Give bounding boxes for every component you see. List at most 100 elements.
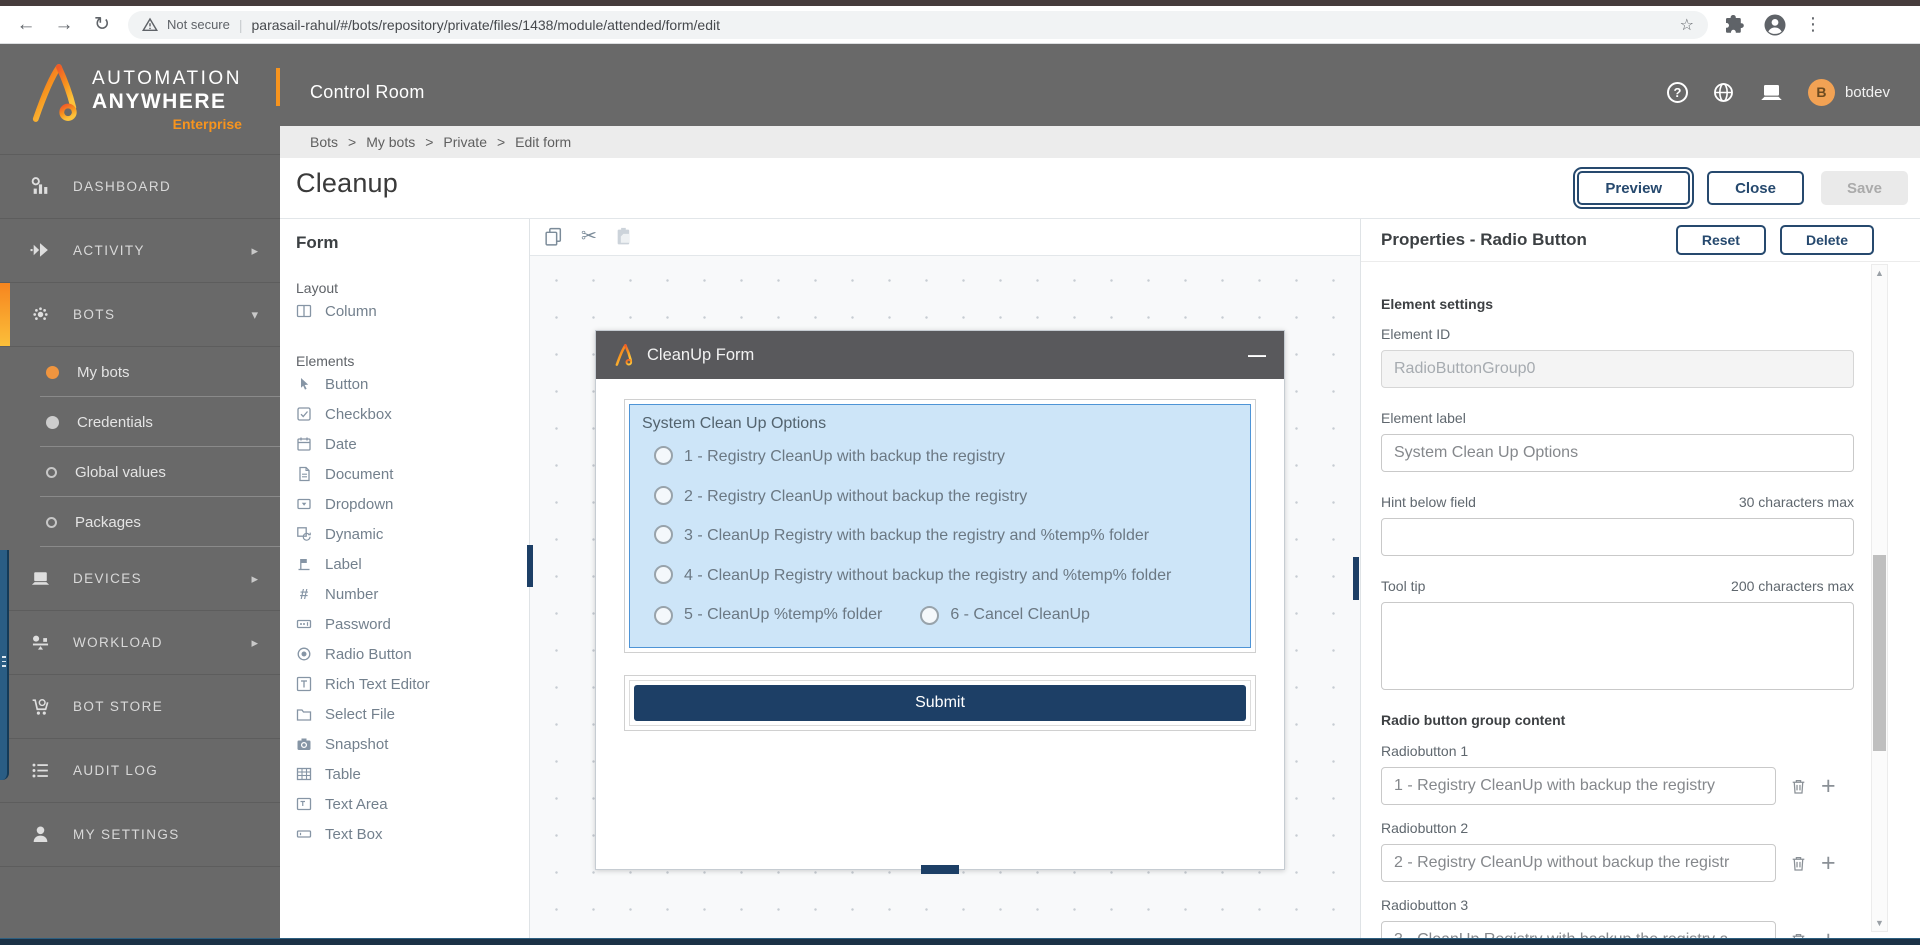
address-bar[interactable]: Not secure | parasail-rahul/#/bots/repos… (128, 10, 1708, 39)
palette-item-date[interactable]: Date (296, 429, 529, 459)
submit-element[interactable]: Submit (624, 674, 1256, 731)
sidebar-item-bots[interactable]: BOTS ▾ (0, 283, 280, 347)
sidebar-item-credentials[interactable]: Credentials (0, 397, 280, 447)
browser-forward-icon[interactable]: → (52, 14, 76, 36)
close-button[interactable]: Close (1707, 171, 1804, 205)
radio-circle-icon[interactable] (654, 605, 673, 625)
breadcrumb-item-bots[interactable]: Bots (310, 134, 338, 150)
delete-radiobutton-icon[interactable] (1789, 777, 1808, 796)
add-radiobutton-icon[interactable]: + (1821, 850, 1836, 876)
radiobutton-1-field[interactable] (1381, 767, 1776, 805)
radio-circle-icon[interactable] (654, 525, 673, 545)
document-icon (299, 466, 310, 482)
sidebar-item-devices[interactable]: DEVICES ▸ (0, 547, 280, 611)
sidebar-item-workload[interactable]: WORKLOAD ▸ (0, 611, 280, 675)
breadcrumb-item-private[interactable]: Private (443, 134, 487, 150)
scroll-down-icon[interactable]: ▼ (1872, 918, 1887, 928)
selection-handle-left[interactable] (527, 545, 533, 587)
globe-icon[interactable] (1712, 81, 1735, 104)
palette-item-checkbox[interactable]: Checkbox (296, 399, 529, 429)
palette-item-text-box[interactable]: Text Box (296, 819, 529, 849)
palette-item-dropdown[interactable]: Dropdown (296, 489, 529, 519)
radiobutton-2-row: + (1381, 844, 1854, 882)
sidebar-item-bot-store[interactable]: BOT STORE (0, 675, 280, 739)
radio-circle-icon[interactable] (654, 485, 673, 505)
group-content-heading: Radio button group content (1381, 712, 1566, 728)
sidebar-item-label: BOT STORE (73, 699, 164, 714)
hint-field[interactable] (1381, 518, 1854, 556)
selection-handle-right[interactable] (1353, 557, 1359, 600)
palette-item-text-area[interactable]: Text Area (296, 789, 529, 819)
form-window-titlebar[interactable]: CleanUp Form — (596, 331, 1284, 379)
delete-radiobutton-icon[interactable] (1789, 854, 1808, 873)
window-resize-handle[interactable] (921, 865, 959, 874)
sidebar-item-my-settings[interactable]: MY SETTINGS (0, 803, 280, 867)
reset-button[interactable]: Reset (1675, 224, 1766, 255)
scroll-up-icon[interactable]: ▲ (1872, 268, 1887, 278)
minimize-icon[interactable]: — (1248, 345, 1266, 366)
add-radiobutton-icon[interactable]: + (1821, 773, 1836, 799)
devices-icon (31, 572, 50, 585)
browser-back-icon[interactable]: ← (14, 14, 38, 36)
radio-circle-icon[interactable] (654, 446, 673, 465)
properties-panel: Properties - Radio Button Reset Delete E… (1360, 218, 1920, 938)
sidebar-item-global-values[interactable]: Global values (0, 447, 280, 497)
palette-item-button[interactable]: Button (296, 369, 529, 399)
radio-option-row[interactable]: 3 - CleanUp Registry with backup the reg… (642, 516, 1238, 556)
radiobutton-2-field[interactable] (1381, 844, 1776, 882)
radio-option-label: 4 - CleanUp Registry without backup the … (684, 566, 1172, 584)
security-label: Not secure (167, 17, 230, 32)
radio-circle-icon[interactable] (654, 564, 673, 584)
radio-option[interactable]: 5 - CleanUp %temp% folder (654, 604, 882, 626)
radiobutton-3-field[interactable] (1381, 921, 1776, 938)
extensions-puzzle-icon[interactable] (1722, 13, 1746, 37)
properties-scrollbar[interactable]: ▲ ▼ (1871, 264, 1888, 932)
delete-radiobutton-icon[interactable] (1789, 931, 1808, 938)
sidebar-item-activity[interactable]: ACTIVITY ▸ (0, 219, 280, 283)
palette-item-snapshot[interactable]: Snapshot (296, 729, 529, 759)
radio-option[interactable]: 6 - Cancel CleanUp (920, 604, 1090, 626)
sidebar-item-my-bots[interactable]: My bots (0, 347, 280, 397)
brand-edition: Enterprise (172, 116, 242, 132)
radio-group-element[interactable]: System Clean Up Options 1 - Registry Cle… (624, 399, 1256, 653)
sidebar-item-dashboard[interactable]: DASHBOARD (0, 155, 280, 219)
device-laptop-icon[interactable] (1759, 80, 1784, 105)
element-label-field[interactable] (1381, 434, 1854, 472)
scrollbar-thumb[interactable] (1873, 555, 1886, 751)
palette-item-rich-text-editor[interactable]: Rich Text Editor (296, 669, 529, 699)
user-chip[interactable]: B botdev (1807, 78, 1890, 106)
radio-option-row[interactable]: 2 - Registry CleanUp without backup the … (642, 477, 1238, 517)
palette-item-select-file[interactable]: Select File (296, 699, 529, 729)
preview-button[interactable]: Preview (1573, 167, 1695, 209)
breadcrumb-item-my-bots[interactable]: My bots (366, 134, 415, 150)
brand-logo[interactable]: AUTOMATION ANYWHERE Enterprise (0, 44, 280, 155)
browser-profile-avatar[interactable] (1763, 13, 1787, 37)
cut-scissors-icon[interactable]: ✂ (581, 227, 597, 246)
radio-circle-icon[interactable] (920, 605, 940, 625)
palette-item-label[interactable]: Label (296, 549, 529, 579)
copy-icon[interactable] (543, 226, 564, 247)
palette-item-document[interactable]: Document (296, 459, 529, 489)
collapsed-drawer-edge-tab[interactable] (0, 550, 9, 780)
snapshot-camera-icon (297, 738, 311, 750)
delete-button[interactable]: Delete (1779, 224, 1874, 255)
sidebar-item-audit-log[interactable]: AUDIT LOG (0, 739, 280, 803)
tooltip-field[interactable] (1381, 602, 1854, 690)
bookmark-star-icon[interactable]: ☆ (1680, 15, 1694, 35)
radio-option-row[interactable]: 4 - CleanUp Registry without backup the … (642, 556, 1238, 596)
palette-item-radio-button[interactable]: Radio Button (296, 639, 529, 669)
add-radiobutton-icon[interactable]: + (1821, 927, 1836, 938)
browser-menu-kebab-icon[interactable]: ⋮ (1804, 14, 1822, 35)
save-button[interactable]: Save (1820, 171, 1908, 205)
palette-item-dynamic[interactable]: Dynamic (296, 519, 529, 549)
palette-item-table[interactable]: Table (296, 759, 529, 789)
browser-refresh-icon[interactable]: ↻ (90, 13, 114, 36)
palette-item-password[interactable]: Password (296, 609, 529, 639)
help-icon[interactable]: ? (1666, 81, 1688, 103)
submit-button[interactable]: Submit (634, 684, 1246, 721)
canvas-grid[interactable]: CleanUp Form — System Clean Up Options 1… (527, 256, 1360, 938)
sidebar-item-packages[interactable]: Packages (0, 497, 280, 547)
palette-item-number[interactable]: # Number (296, 579, 529, 609)
radio-option-row[interactable]: 1 - Registry CleanUp with backup the reg… (642, 437, 1238, 477)
palette-item-column[interactable]: Column (296, 296, 529, 326)
